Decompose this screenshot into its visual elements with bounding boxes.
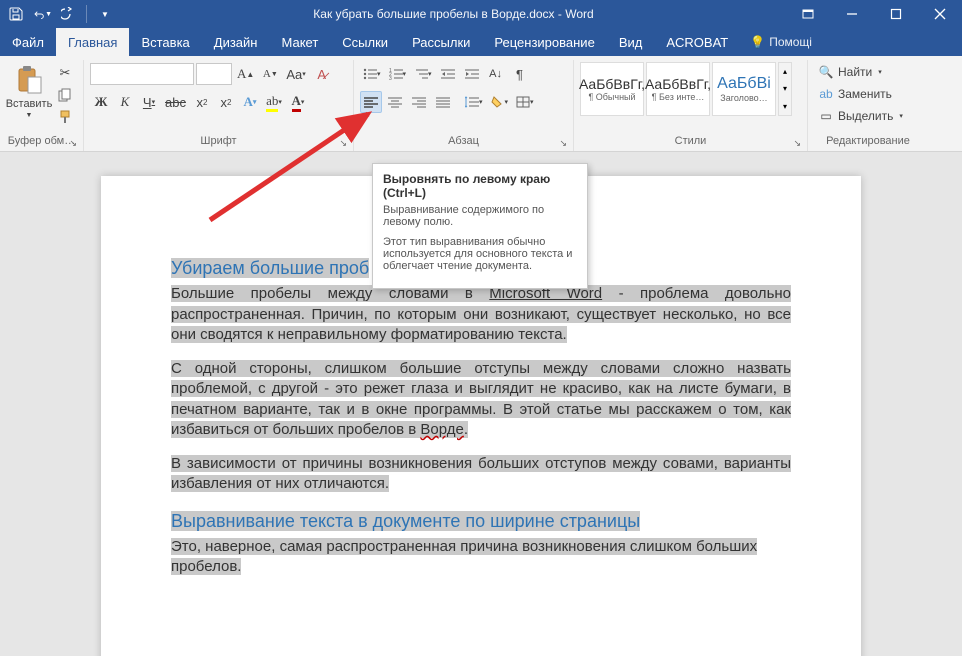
group-clipboard: Вставить ▼ ✂ Буфер обм…↘ <box>0 60 84 151</box>
paste-button[interactable]: Вставить ▼ <box>6 62 52 121</box>
bullets-icon[interactable]: ▾ <box>360 63 384 85</box>
tooltip-body-2: Этот тип выравнивания обычно используетс… <box>383 236 577 272</box>
shading-icon[interactable]: ▾ <box>488 91 512 113</box>
grow-font-icon[interactable]: A▲ <box>234 63 257 85</box>
ribbon-display-icon[interactable] <box>786 0 830 28</box>
tab-mailings[interactable]: Рассылки <box>400 28 482 56</box>
ribbon-tabs: Файл Главная Вставка Дизайн Макет Ссылки… <box>0 28 962 56</box>
format-painter-icon[interactable] <box>54 106 76 128</box>
quick-access-toolbar: ▼ ▼ <box>0 4 121 24</box>
minimize-icon[interactable] <box>830 0 874 28</box>
tab-design[interactable]: Дизайн <box>202 28 270 56</box>
tooltip-body-1: Выравнивание содержимого по левому полю. <box>383 204 577 228</box>
styles-launcher-icon[interactable]: ↘ <box>793 138 801 149</box>
multilevel-list-icon[interactable]: ▾ <box>411 63 435 85</box>
font-name-input[interactable] <box>90 63 194 85</box>
show-marks-icon[interactable]: ¶ <box>509 63 531 85</box>
highlight-icon[interactable]: ab▾ <box>263 91 285 113</box>
tab-view[interactable]: Вид <box>607 28 655 56</box>
select-icon: ▭ <box>818 108 834 124</box>
style-gallery-expand[interactable]: ▴▾▾ <box>778 62 792 116</box>
tab-file[interactable]: Файл <box>0 28 56 56</box>
align-center-icon[interactable] <box>384 91 406 113</box>
tell-me-label: Помощі <box>769 35 812 49</box>
tab-layout[interactable]: Макет <box>269 28 330 56</box>
font-launcher-icon[interactable]: ↘ <box>339 138 347 149</box>
doc-paragraph-3: В зависимости от причины возникновения б… <box>171 454 791 495</box>
doc-heading-1: Убираем большие проб <box>171 258 369 278</box>
doc-heading-2: Выравнивание текста в документе по ширин… <box>171 511 640 531</box>
doc-paragraph-4: Это, наверное, самая распространенная пр… <box>171 537 791 578</box>
sort-icon[interactable]: A↓ <box>485 63 507 85</box>
cut-icon[interactable]: ✂ <box>54 62 76 84</box>
window-controls <box>786 0 962 28</box>
align-left-icon[interactable] <box>360 91 382 113</box>
paragraph-launcher-icon[interactable]: ↘ <box>559 138 567 149</box>
svg-text:3: 3 <box>389 76 392 80</box>
subscript-icon[interactable]: x2 <box>191 91 213 113</box>
line-spacing-icon[interactable]: ▾ <box>462 91 486 113</box>
decrease-indent-icon[interactable] <box>437 63 459 85</box>
align-right-icon[interactable] <box>408 91 430 113</box>
select-button[interactable]: ▭Выделить▾ <box>814 106 907 126</box>
save-icon[interactable] <box>6 4 26 24</box>
tab-references[interactable]: Ссылки <box>330 28 400 56</box>
group-styles: АаБбВвГг,¶ Обычный АаБбВвГг,¶ Без инте… … <box>574 60 808 151</box>
tab-review[interactable]: Рецензирование <box>482 28 606 56</box>
style-heading1[interactable]: АаБбВіЗаголово… <box>712 62 776 116</box>
group-editing-label: Редактирование <box>812 135 924 151</box>
group-styles-label: Стили↘ <box>578 135 803 151</box>
qat-customize-icon[interactable]: ▼ <box>95 4 115 24</box>
title-bar: ▼ ▼ Как убрать большие пробелы в Ворде.d… <box>0 0 962 28</box>
tab-acrobat[interactable]: ACROBAT <box>654 28 740 56</box>
group-font: A▲ A▼ Aa▾ A̷ Ж К Ч▾ abc x2 x2 A▾ ab▾ A▾ … <box>84 60 354 151</box>
font-color-icon[interactable]: A▾ <box>287 91 309 113</box>
tab-insert[interactable]: Вставка <box>129 28 201 56</box>
tell-me[interactable]: 💡 Помощі <box>740 28 822 56</box>
justify-icon[interactable] <box>432 91 454 113</box>
change-case-icon[interactable]: Aa▾ <box>283 63 308 85</box>
find-button[interactable]: 🔍Найти▾ <box>814 62 907 82</box>
copy-icon[interactable] <box>54 84 76 106</box>
style-no-spacing[interactable]: АаБбВвГг,¶ Без инте… <box>646 62 710 116</box>
group-paragraph: ▾ 123▾ ▾ A↓ ¶ ▾ ▾ ▾ Абзац↘ <box>354 60 574 151</box>
strikethrough-icon[interactable]: abc <box>162 91 189 113</box>
redo-icon[interactable] <box>58 4 78 24</box>
paste-icon <box>13 64 45 96</box>
tooltip-title: Выровнять по левому краю (Ctrl+L) <box>383 172 577 200</box>
increase-indent-icon[interactable] <box>461 63 483 85</box>
borders-icon[interactable]: ▾ <box>513 91 537 113</box>
numbering-icon[interactable]: 123▾ <box>386 63 410 85</box>
tab-home[interactable]: Главная <box>56 28 129 56</box>
font-size-input[interactable] <box>196 63 232 85</box>
find-icon: 🔍 <box>818 64 834 80</box>
superscript-icon[interactable]: x2 <box>215 91 237 113</box>
shrink-font-icon[interactable]: A▼ <box>259 63 281 85</box>
group-editing: 🔍Найти▾ abЗаменить ▭Выделить▾ Редактиров… <box>808 60 928 151</box>
clipboard-launcher-icon[interactable]: ↘ <box>69 138 77 149</box>
replace-button[interactable]: abЗаменить <box>814 84 907 104</box>
bold-icon[interactable]: Ж <box>90 91 112 113</box>
underline-icon[interactable]: Ч▾ <box>138 91 160 113</box>
maximize-icon[interactable] <box>874 0 918 28</box>
close-icon[interactable] <box>918 0 962 28</box>
lightbulb-icon: 💡 <box>750 35 765 49</box>
text-effects-icon[interactable]: A▾ <box>239 91 261 113</box>
paste-label: Вставить <box>6 98 53 110</box>
group-paragraph-label: Абзац↘ <box>358 135 569 151</box>
italic-icon[interactable]: К <box>114 91 136 113</box>
clear-formatting-icon[interactable]: A̷ <box>311 63 333 85</box>
ribbon: Вставить ▼ ✂ Буфер обм…↘ A▲ A▼ Aa▾ A̷ Ж <box>0 56 962 152</box>
align-left-tooltip: Выровнять по левому краю (Ctrl+L) Выравн… <box>372 163 588 289</box>
undo-icon[interactable]: ▼ <box>32 4 52 24</box>
group-clipboard-label: Буфер обм…↘ <box>4 135 79 151</box>
document-title: Как убрать большие пробелы в Ворде.docx … <box>121 7 786 21</box>
doc-paragraph-2: С одной стороны, слишком большие отступы… <box>171 359 791 440</box>
doc-paragraph-1: Большие пробелы между словами в Microsof… <box>171 284 791 345</box>
replace-icon: ab <box>818 86 834 102</box>
group-font-label: Шрифт↘ <box>88 135 349 151</box>
style-normal[interactable]: АаБбВвГг,¶ Обычный <box>580 62 644 116</box>
